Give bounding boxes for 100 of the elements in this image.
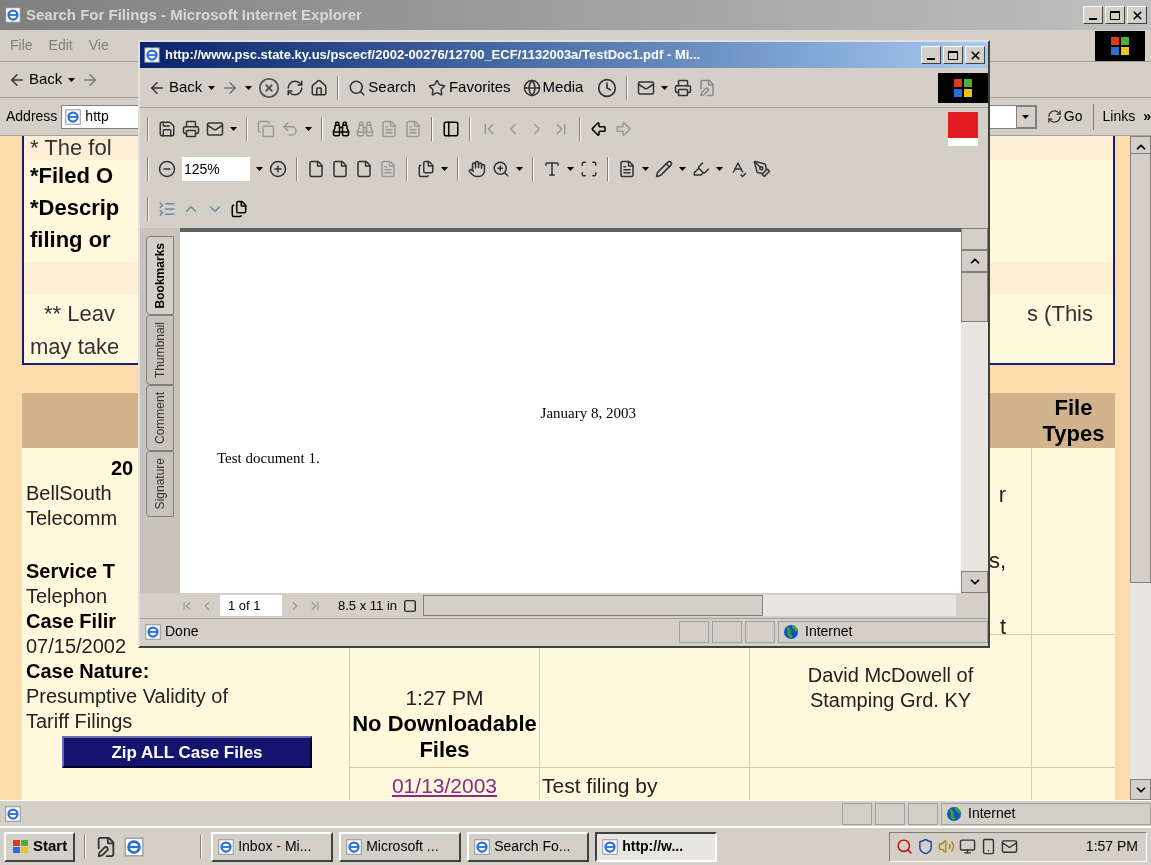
- caret-icon[interactable]: [679, 167, 686, 171]
- field-value: 07/15/2002: [26, 634, 127, 659]
- zoom-in-icon[interactable]: [269, 160, 287, 178]
- save-icon[interactable]: [158, 120, 176, 138]
- caret-icon[interactable]: [516, 167, 523, 171]
- vertical-scrollbar[interactable]: [1130, 136, 1151, 800]
- back-button[interactable]: Back: [148, 76, 203, 99]
- scroll-thumb[interactable]: [961, 272, 988, 322]
- scroll-thumb[interactable]: [423, 595, 764, 616]
- restore-button[interactable]: [1105, 6, 1125, 24]
- note-line: s (This: [1027, 300, 1093, 328]
- document-scrollbar[interactable]: [961, 228, 988, 593]
- browser-e-icon: [601, 837, 620, 856]
- refresh-icon[interactable]: [286, 78, 305, 97]
- sign-icon[interactable]: [753, 160, 771, 178]
- pencil-icon[interactable]: [655, 160, 673, 178]
- go-arrow-icon: [1046, 109, 1062, 124]
- note-line: *Descrip: [30, 194, 120, 222]
- zoom-out-icon[interactable]: [158, 160, 176, 178]
- print-icon[interactable]: [674, 78, 693, 97]
- back-button[interactable]: Back: [8, 68, 63, 91]
- cell-text: s,: [988, 547, 1006, 575]
- filing-time: 1:27 PM: [405, 685, 484, 711]
- caret-icon[interactable]: [68, 77, 76, 82]
- start-button[interactable]: Start: [4, 831, 76, 862]
- caret-icon[interactable]: [567, 167, 574, 171]
- browser-e-icon: [4, 6, 22, 24]
- browser-e-icon: [123, 835, 146, 858]
- files-note: No Downloadable Files: [351, 711, 538, 763]
- close-button[interactable]: [1127, 6, 1147, 24]
- side-tab[interactable]: Bookmarks: [146, 236, 174, 316]
- caret-icon[interactable]: [208, 85, 216, 90]
- caret-icon[interactable]: [716, 167, 723, 171]
- browser-e-icon: [143, 46, 161, 64]
- note-line: filing or: [30, 226, 111, 254]
- highlighter-icon[interactable]: [692, 160, 710, 178]
- back-view-icon[interactable]: [590, 120, 608, 138]
- field-label: Service T: [26, 559, 115, 584]
- navigation-pane-icon[interactable]: [442, 120, 460, 138]
- dropdown-button[interactable]: [1015, 105, 1036, 128]
- page-number-field[interactable]: 1 of 1: [220, 595, 282, 616]
- caret-icon[interactable]: [256, 167, 263, 171]
- home-icon[interactable]: [310, 78, 329, 97]
- browser-e-icon: [64, 107, 83, 126]
- minimize-button[interactable]: [1083, 6, 1103, 24]
- snapshot-icon[interactable]: [580, 160, 598, 178]
- taskbar-button[interactable]: Microsoft ...: [339, 831, 462, 862]
- side-tab[interactable]: Thumbnail: [146, 315, 174, 386]
- horizontal-scrollbar[interactable]: [423, 595, 956, 616]
- more-chevron[interactable]: »: [1143, 106, 1151, 127]
- stop-icon[interactable]: [258, 76, 281, 99]
- taskbar-button[interactable]: Inbox - Mi...: [211, 831, 334, 862]
- company-name: Telecomm: [26, 506, 118, 531]
- scroll-thumb[interactable]: [1130, 153, 1151, 583]
- globe-icon: [783, 623, 799, 640]
- close-button[interactable]: [965, 46, 985, 64]
- caret-icon[interactable]: [305, 127, 312, 131]
- device-icon[interactable]: [980, 838, 997, 855]
- go-button[interactable]: Go: [1040, 106, 1089, 127]
- taskbar-button[interactable]: http://w...: [595, 831, 718, 862]
- filing-date-link[interactable]: 01/13/2003: [391, 770, 498, 800]
- side-tab[interactable]: Signature: [146, 451, 174, 517]
- zoom-tool-icon[interactable]: [492, 160, 510, 178]
- status-pane: [842, 802, 872, 825]
- note-icon[interactable]: [618, 160, 636, 178]
- hand-tool-icon[interactable]: [468, 160, 486, 178]
- network-icon[interactable]: [959, 838, 976, 855]
- page-layout-icon[interactable]: [417, 160, 435, 178]
- media-button[interactable]: Media: [522, 76, 584, 99]
- caret-icon[interactable]: [441, 167, 448, 171]
- note-line: * The fol: [30, 136, 112, 160]
- mail-icon[interactable]: [637, 78, 656, 97]
- find-icon[interactable]: [332, 120, 350, 138]
- maximize-button[interactable]: [943, 46, 963, 64]
- links-button[interactable]: Links: [1098, 106, 1140, 127]
- column-header: File Types: [1032, 393, 1115, 448]
- caret-icon[interactable]: [230, 127, 237, 131]
- mail-icon[interactable]: [1001, 838, 1018, 855]
- favorites-button[interactable]: Favorites: [427, 76, 511, 99]
- minimize-button[interactable]: [921, 46, 941, 64]
- document-date: January 8, 2003: [540, 404, 636, 423]
- single-page-icon[interactable]: [403, 598, 418, 613]
- cell-text: r: [998, 481, 1006, 509]
- taskbar-button[interactable]: Search Fo...: [467, 831, 590, 862]
- search-button[interactable]: Search: [348, 76, 416, 99]
- email-icon[interactable]: [206, 120, 224, 138]
- print-icon[interactable]: [182, 120, 200, 138]
- history-icon[interactable]: [597, 77, 618, 98]
- caret-icon[interactable]: [642, 167, 649, 171]
- side-tab[interactable]: Comment: [146, 385, 174, 452]
- caret-icon[interactable]: [1022, 114, 1030, 119]
- zip-button[interactable]: Zip ALL Case Files: [62, 736, 312, 768]
- shield-icon[interactable]: [917, 838, 934, 855]
- address-label: Address: [6, 107, 58, 126]
- caret-icon[interactable]: [661, 85, 669, 90]
- text-select-icon[interactable]: [543, 160, 561, 178]
- zoom-field[interactable]: 125%: [182, 157, 250, 181]
- popup-title: http://www.psc.state.ky.us/pscecf/2002-00276/12700_ECF/1132003a/TestDoc1.pdf - Mi...: [165, 46, 702, 65]
- caret-icon[interactable]: [245, 85, 253, 90]
- pages-icon[interactable]: [230, 200, 248, 218]
